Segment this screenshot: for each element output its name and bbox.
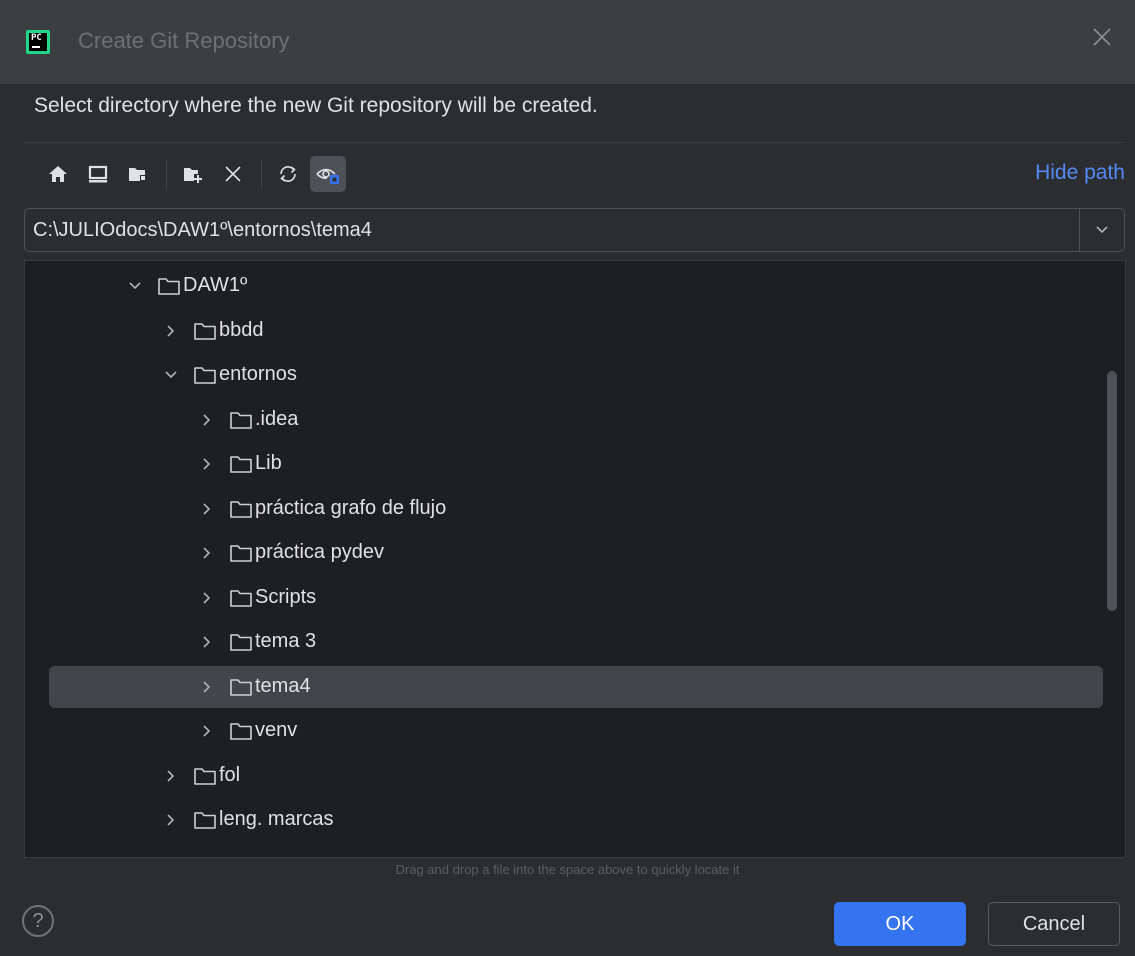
tree-row[interactable]: tema 3 — [25, 621, 1125, 663]
tree-item-label: venv — [255, 719, 298, 741]
drag-drop-hint: Drag and drop a file into the space abov… — [395, 862, 740, 877]
chevron-right-icon[interactable] — [197, 721, 217, 741]
folder-icon — [193, 766, 217, 786]
chevron-right-icon[interactable] — [161, 321, 181, 341]
tree-item-label: práctica pydev — [255, 541, 384, 563]
chevron-right-icon[interactable] — [197, 588, 217, 608]
close-icon[interactable] — [1087, 24, 1117, 54]
directory-tree[interactable]: DAW1º bbdd entornos .idea Lib práctica grafo … — [24, 260, 1126, 858]
tree-row[interactable]: Lib — [25, 443, 1125, 485]
desktop-button[interactable] — [80, 156, 116, 192]
folder-icon — [229, 721, 253, 741]
folder-icon — [193, 855, 217, 857]
folder-icon — [193, 321, 217, 341]
tree-row[interactable]: práctica grafo de flujo — [25, 488, 1125, 530]
tree-row[interactable]: .idea — [25, 399, 1125, 441]
cancel-button[interactable]: Cancel — [988, 902, 1120, 946]
path-dropdown-button[interactable] — [1079, 209, 1124, 251]
tree-row[interactable]: fol — [25, 755, 1125, 797]
tree-item-label: práctica grafo de flujo — [255, 496, 447, 519]
new-folder-button[interactable] — [175, 156, 211, 192]
tree-item-label: entornos — [219, 363, 297, 385]
pycharm-app-icon: PC — [26, 30, 50, 54]
tree-row[interactable]: prog — [25, 844, 1125, 858]
ok-button[interactable]: OK — [834, 902, 966, 946]
chevron-down-icon[interactable] — [125, 276, 145, 296]
folder-icon — [229, 632, 253, 652]
tree-item-label: prog — [219, 853, 259, 858]
new-folder-icon — [184, 168, 202, 183]
divider — [24, 142, 1126, 143]
close-icon-glyph — [1093, 28, 1111, 46]
folder-icon — [229, 499, 253, 519]
show-hidden-files-button[interactable] — [310, 156, 346, 192]
tree-scrollbar[interactable] — [1107, 371, 1117, 611]
desktop-icon — [88, 165, 108, 183]
file-chooser-toolbar — [40, 152, 350, 196]
folder-icon — [229, 454, 253, 474]
show-hidden-icon — [316, 168, 339, 184]
folder-icon — [229, 588, 253, 608]
tree-item-label: fol — [219, 763, 241, 786]
chevron-right-icon[interactable] — [197, 677, 217, 697]
folder-icon — [229, 677, 253, 697]
chevron-right-icon[interactable] — [161, 810, 181, 830]
tree-item-label: leng. marcas — [219, 808, 334, 830]
home-icon — [49, 166, 67, 182]
tree-item-label: Lib — [255, 452, 282, 474]
toolbar-separator — [261, 159, 262, 189]
instruction-text: Select directory where the new Git repos… — [34, 94, 598, 117]
app-icon-text: PC — [31, 33, 42, 43]
tree-item-label: .idea — [255, 407, 299, 430]
hide-path-link[interactable]: Hide path — [1035, 161, 1125, 185]
help-button[interactable]: ? — [22, 905, 54, 937]
tree-row[interactable]: bbdd — [25, 310, 1125, 352]
path-input[interactable]: C:\JULIOdocs\DAW1º\entornos\tema4 — [33, 219, 372, 242]
tree-item-label: tema4 — [255, 674, 311, 697]
tree-row[interactable]: DAW1º — [25, 265, 1125, 307]
folder-icon — [193, 365, 217, 385]
title-bar: PC Create Git Repository — [0, 0, 1135, 84]
project-folder-icon — [129, 168, 146, 181]
toolbar-separator — [166, 159, 167, 189]
tree-item-label: DAW1º — [183, 274, 248, 296]
folder-icon — [157, 276, 181, 296]
path-combobox[interactable]: C:\JULIOdocs\DAW1º\entornos\tema4 — [24, 208, 1125, 252]
tree-row[interactable]: venv — [25, 710, 1125, 752]
window-title: Create Git Repository — [78, 28, 290, 53]
home-button[interactable] — [40, 156, 76, 192]
refresh-button[interactable] — [270, 156, 306, 192]
chevron-right-icon[interactable] — [197, 543, 217, 563]
refresh-icon — [280, 166, 296, 182]
chevron-right-icon[interactable] — [197, 410, 217, 430]
tree-item-label: tema 3 — [255, 630, 317, 652]
tree-item-label: Scripts — [255, 585, 317, 608]
chevron-right-icon[interactable] — [161, 766, 181, 786]
chevron-right-icon[interactable] — [197, 499, 217, 519]
chevron-down-icon[interactable] — [161, 365, 181, 385]
tree-row[interactable]: leng. marcas — [25, 799, 1125, 841]
tree-item-label: bbdd — [219, 318, 264, 341]
tree-row[interactable]: entornos — [25, 354, 1125, 396]
project-folder-button[interactable] — [120, 156, 156, 192]
delete-button[interactable] — [215, 156, 251, 192]
folder-icon — [229, 543, 253, 563]
delete-icon — [225, 166, 241, 182]
chevron-right-icon[interactable] — [197, 454, 217, 474]
chevron-right-icon[interactable] — [161, 855, 181, 858]
folder-icon — [229, 410, 253, 430]
chevron-right-icon[interactable] — [197, 632, 217, 652]
chevron-down-icon — [1096, 226, 1108, 234]
tree-row[interactable]: Scripts — [25, 577, 1125, 619]
tree-row[interactable]: tema4 — [25, 665, 1125, 708]
tree-row[interactable]: práctica pydev — [25, 532, 1125, 574]
folder-icon — [193, 810, 217, 830]
